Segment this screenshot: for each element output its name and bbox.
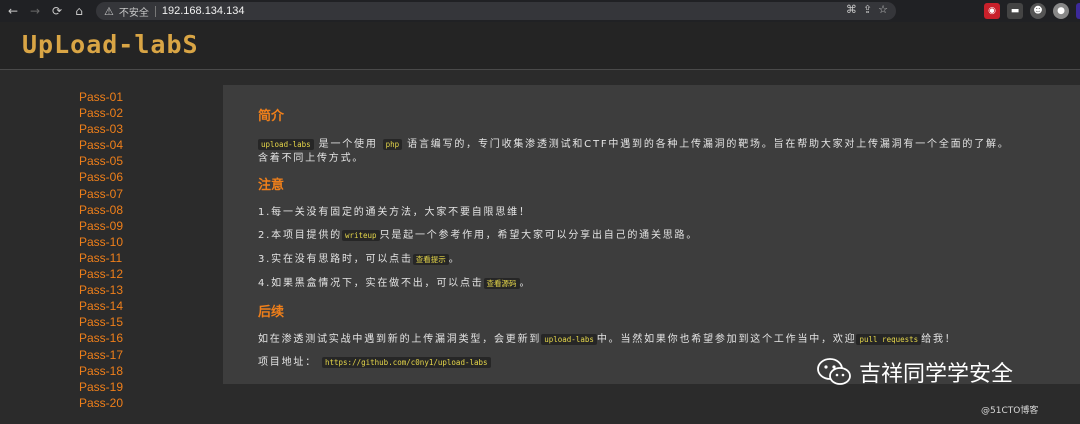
extension-dark-icon[interactable]: ▬	[1007, 3, 1023, 19]
sidebar-item-pass-10[interactable]: Pass-10	[79, 234, 199, 250]
note-4-text-b: 。	[519, 278, 532, 289]
followup-text-a: 如在渗透测试实战中遇到新的上传漏洞类型，会更新到	[258, 334, 542, 345]
sidebar-item-pass-12[interactable]: Pass-12	[79, 266, 199, 282]
intro-text-2: 语言编写的，专门收集渗透测试和CTF中遇到的各种上传漏洞的靶场。旨在帮助大家对上…	[407, 139, 1010, 150]
sidebar-item-pass-13[interactable]: Pass-13	[79, 282, 199, 298]
followup-text-b: 中。当然如果你也希望参加到这个工作当中，欢迎	[596, 334, 857, 345]
repo-url-link[interactable]: https://github.com/c0ny1/upload-labs	[321, 357, 491, 368]
forward-arrow-icon[interactable]: →	[24, 0, 46, 22]
repo-label: 项目地址：	[258, 357, 317, 368]
insecure-label: 不安全	[118, 7, 149, 19]
bookmark-star-icon[interactable]: ☆	[878, 3, 888, 16]
translate-icon[interactable]: ⌘	[846, 3, 857, 16]
extension-purple-icon[interactable]: ▲	[1076, 3, 1080, 19]
note-2: 2.本项目提供的 writeup 只是起一个参考作用，希望大家可以分享出自己的通关思…	[258, 226, 698, 241]
sidebar-item-pass-06[interactable]: Pass-06	[79, 169, 199, 185]
code-upload-labs-2: upload-labs	[541, 334, 597, 345]
browser-toolbar: ← → ⟳ ⌂ ⚠ 不安全 192.168.134.134 ⌘ ⇪ ☆ ◉ ▬ …	[0, 0, 1080, 22]
upload-labs-logo[interactable]: UpLoad-labS	[22, 30, 199, 59]
wechat-watermark: 吉祥同学学安全	[817, 356, 1013, 388]
extension-cat-icon[interactable]: ☻	[1030, 3, 1046, 19]
extension-red-icon[interactable]: ◉	[984, 3, 1000, 19]
reload-icon[interactable]: ⟳	[46, 0, 68, 22]
share-icon[interactable]: ⇪	[863, 3, 872, 16]
sidebar-item-pass-17[interactable]: Pass-17	[79, 347, 199, 363]
sidebar-item-pass-07[interactable]: Pass-07	[79, 186, 199, 202]
sidebar-pass-list: Pass-01 Pass-02 Pass-03 Pass-04 Pass-05 Pass-…	[79, 89, 199, 411]
sidebar-item-pass-15[interactable]: Pass-15	[79, 314, 199, 330]
warning-icon: ⚠	[104, 4, 114, 18]
note-4: 4.如果黑盒情况下，实在做不出，可以点击 查看源码。	[258, 274, 531, 289]
pull-requests-link[interactable]: pull requests	[856, 334, 922, 345]
code-writeup: writeup	[341, 230, 380, 241]
address-bar[interactable]: ⚠ 不安全 192.168.134.134 ⌘ ⇪ ☆	[96, 2, 896, 20]
note-2-text-a: 2.本项目提供的	[258, 230, 342, 241]
sidebar-item-pass-05[interactable]: Pass-05	[79, 153, 199, 169]
intro-title: 简介	[258, 109, 285, 124]
note-3: 3.实在没有思路时，可以点击 查看提示。	[258, 250, 461, 265]
sidebar-item-pass-02[interactable]: Pass-02	[79, 105, 199, 121]
repo-line: 项目地址： https://github.com/c0ny1/upload-la…	[258, 353, 491, 368]
note-2-text-b: 只是起一个参考作用，希望大家可以分享出自己的通关思路。	[379, 230, 699, 241]
sidebar-item-pass-04[interactable]: Pass-04	[79, 137, 199, 153]
sidebar-item-pass-03[interactable]: Pass-03	[79, 121, 199, 137]
sidebar-item-pass-18[interactable]: Pass-18	[79, 363, 199, 379]
show-source-link[interactable]: 查看源码	[483, 278, 520, 289]
note-1: 1.每一关没有固定的通关方法，大家不要自限思维！	[258, 207, 531, 218]
intro-line-1: upload-labs 是一个使用 php 语言编写的，专门收集渗透测试和CTF…	[258, 135, 1010, 150]
home-icon[interactable]: ⌂	[68, 0, 90, 22]
sidebar-item-pass-14[interactable]: Pass-14	[79, 298, 199, 314]
sidebar-item-pass-16[interactable]: Pass-16	[79, 330, 199, 346]
wechat-icon	[817, 358, 851, 385]
followup-title: 后续	[258, 305, 285, 320]
followup-text-c: 给我！	[921, 334, 957, 345]
sidebar-item-pass-19[interactable]: Pass-19	[79, 379, 199, 395]
watermark-source: @51CTO博客	[981, 406, 1039, 416]
url-text[interactable]: 192.168.134.134	[162, 5, 245, 17]
note-3-text-a: 3.实在没有思路时，可以点击	[258, 254, 413, 265]
show-hint-link[interactable]: 查看提示	[412, 254, 449, 265]
address-separator	[154, 5, 156, 17]
notes-title: 注意	[258, 178, 285, 193]
extension-circle-icon[interactable]: ●	[1053, 3, 1069, 19]
note-3-text-b: 。	[448, 254, 461, 265]
sidebar-item-pass-08[interactable]: Pass-08	[79, 202, 199, 218]
sidebar-item-pass-11[interactable]: Pass-11	[79, 250, 199, 266]
site-header: UpLoad-labS	[0, 22, 1080, 70]
followup-line: 如在渗透测试实战中遇到新的上传漏洞类型，会更新到 upload-labs 中。当然如…	[258, 330, 957, 345]
sidebar-item-pass-09[interactable]: Pass-09	[79, 218, 199, 234]
intro-panel: 简介 upload-labs 是一个使用 php 语言编写的，专门收集渗透测试和…	[223, 85, 1080, 384]
code-php: php	[382, 139, 403, 150]
sidebar-item-pass-20[interactable]: Pass-20	[79, 395, 199, 411]
back-arrow-icon[interactable]: ←	[2, 0, 24, 22]
note-4-text-a: 4.如果黑盒情况下，实在做不出，可以点击	[258, 278, 484, 289]
intro-line-2: 含着不同上传方式。	[258, 153, 365, 164]
watermark-title: 吉祥同学学安全	[859, 362, 1014, 387]
sidebar-item-pass-01[interactable]: Pass-01	[79, 89, 199, 105]
